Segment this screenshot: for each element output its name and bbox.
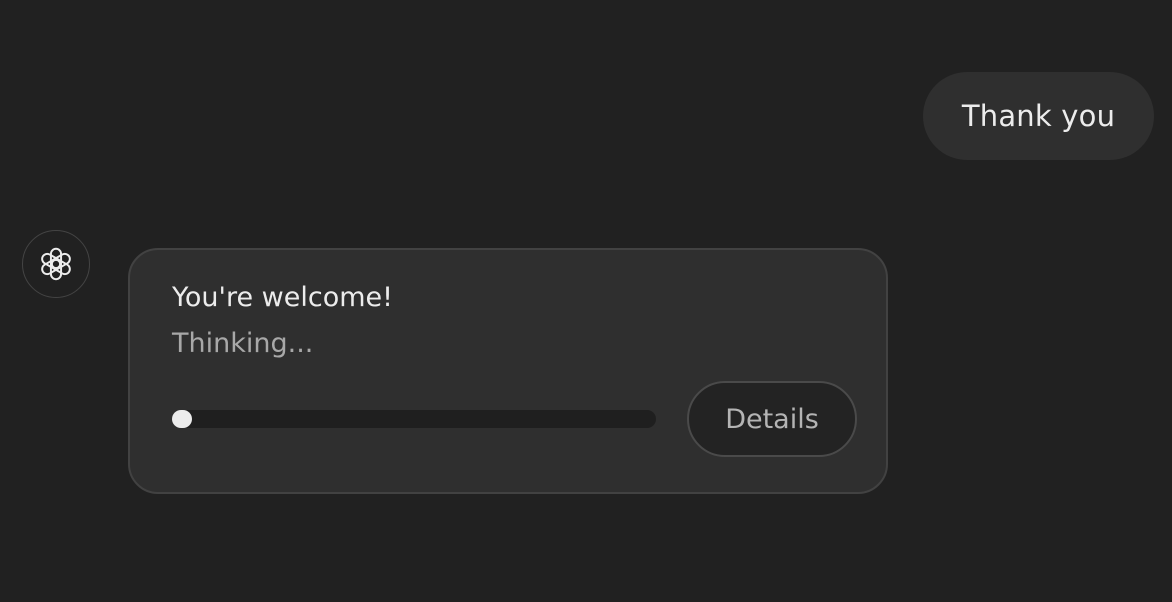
progress-bar (172, 410, 656, 428)
assistant-response-card: You're welcome! Thinking... Details (128, 248, 888, 494)
user-message-text: Thank you (961, 99, 1116, 133)
assistant-avatar (22, 230, 90, 298)
details-button[interactable]: Details (687, 381, 857, 457)
response-title: You're welcome! (172, 282, 393, 313)
user-message-bubble: Thank you (923, 72, 1154, 160)
openai-logo-icon (41, 247, 71, 281)
progress-bar-fill (172, 410, 192, 428)
details-button-label: Details (725, 403, 819, 435)
chat-view: Thank you You're welcome! Thinking... De… (0, 0, 1172, 602)
thinking-status: Thinking... (172, 328, 314, 359)
